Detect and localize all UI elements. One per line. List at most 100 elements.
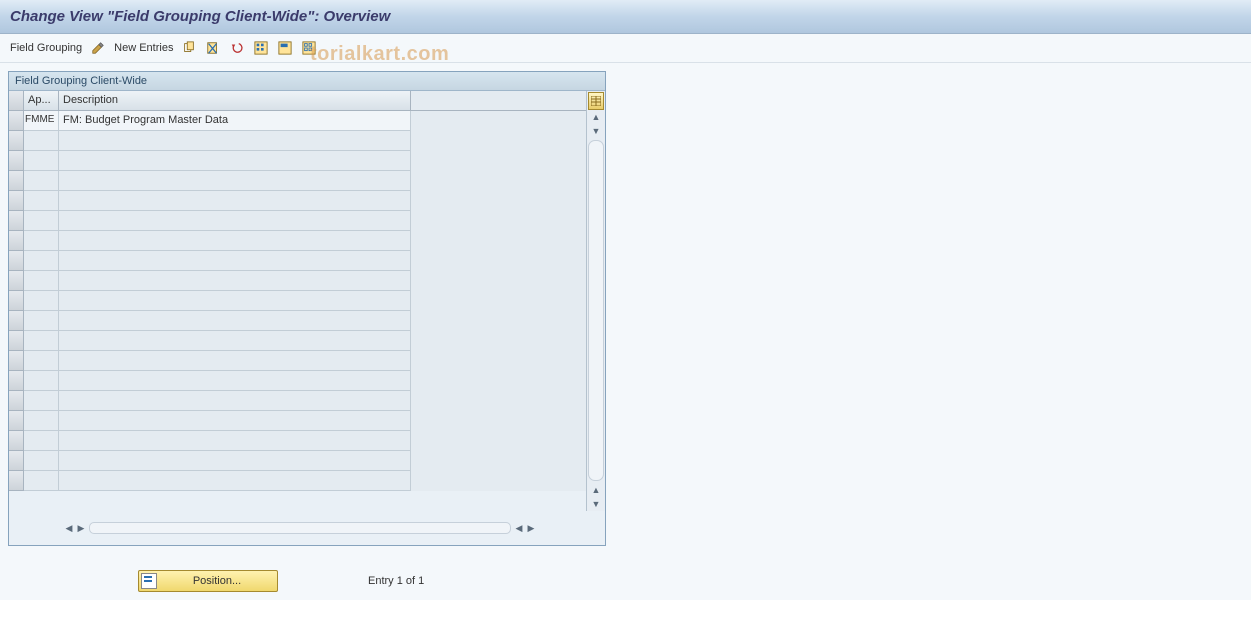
cell-description-empty[interactable] — [59, 211, 411, 231]
cell-app-empty[interactable] — [24, 151, 59, 171]
row-selector[interactable] — [9, 131, 24, 151]
table-row-empty[interactable] — [9, 171, 586, 191]
select-block-icon[interactable] — [277, 40, 293, 56]
scroll-right-end-icon[interactable]: ▶ — [525, 522, 537, 534]
scroll-up-icon[interactable]: ▲ — [588, 110, 604, 124]
row-selector[interactable] — [9, 151, 24, 171]
row-selector[interactable] — [9, 211, 24, 231]
table-settings-icon[interactable] — [588, 92, 604, 110]
table-row-empty[interactable] — [9, 271, 586, 291]
delete-icon[interactable] — [205, 40, 221, 56]
column-header-app[interactable]: Ap... — [24, 91, 59, 111]
cell-app-empty[interactable] — [24, 271, 59, 291]
row-selector[interactable] — [9, 231, 24, 251]
cell-description-empty[interactable] — [59, 411, 411, 431]
scroll-right-icon[interactable]: ▶ — [75, 522, 87, 534]
table-row-empty[interactable] — [9, 451, 586, 471]
table-row-empty[interactable] — [9, 231, 586, 251]
table-row-empty[interactable] — [9, 331, 586, 351]
cell-app-empty[interactable] — [24, 171, 59, 191]
cell-app-empty[interactable] — [24, 371, 59, 391]
vertical-scrollbar[interactable] — [588, 140, 604, 481]
cell-app-empty[interactable] — [24, 411, 59, 431]
row-selector[interactable] — [9, 251, 24, 271]
row-selector[interactable] — [9, 311, 24, 331]
cell-app-empty[interactable] — [24, 251, 59, 271]
row-selector[interactable] — [9, 191, 24, 211]
table-row[interactable]: FMME FM: Budget Program Master Data — [9, 111, 586, 131]
column-header-description[interactable]: Description — [59, 91, 411, 111]
cell-description-empty[interactable] — [59, 271, 411, 291]
cell-description-empty[interactable] — [59, 171, 411, 191]
cell-app-empty[interactable] — [24, 291, 59, 311]
row-selector[interactable] — [9, 111, 24, 131]
table-row-empty[interactable] — [9, 391, 586, 411]
cell-app-empty[interactable] — [24, 351, 59, 371]
deselect-all-icon[interactable] — [301, 40, 317, 56]
scroll-left-end-icon[interactable]: ◀ — [513, 522, 525, 534]
row-selector[interactable] — [9, 471, 24, 491]
row-selector[interactable] — [9, 271, 24, 291]
row-selector[interactable] — [9, 371, 24, 391]
scroll-down-icon[interactable]: ▼ — [588, 124, 604, 138]
row-selector[interactable] — [9, 351, 24, 371]
cell-description-empty[interactable] — [59, 231, 411, 251]
cell-description-empty[interactable] — [59, 291, 411, 311]
scroll-left-icon[interactable]: ◀ — [63, 522, 75, 534]
table-row-empty[interactable] — [9, 131, 586, 151]
row-selector[interactable] — [9, 431, 24, 451]
table-row-empty[interactable] — [9, 371, 586, 391]
cell-app-empty[interactable] — [24, 451, 59, 471]
cell-description-empty[interactable] — [59, 351, 411, 371]
row-selector[interactable] — [9, 391, 24, 411]
scroll-up-bottom-icon[interactable]: ▲ — [588, 483, 604, 497]
cell-description-empty[interactable] — [59, 391, 411, 411]
cell-description-empty[interactable] — [59, 471, 411, 491]
copy-icon[interactable] — [181, 40, 197, 56]
cell-app[interactable]: FMME — [24, 111, 59, 131]
select-all-rows[interactable] — [9, 91, 24, 111]
table-row-empty[interactable] — [9, 351, 586, 371]
row-selector[interactable] — [9, 291, 24, 311]
cell-description-empty[interactable] — [59, 151, 411, 171]
undo-icon[interactable] — [229, 40, 245, 56]
pencil-icon[interactable] — [90, 40, 106, 56]
row-selector[interactable] — [9, 171, 24, 191]
cell-app-empty[interactable] — [24, 431, 59, 451]
row-selector[interactable] — [9, 451, 24, 471]
cell-description-empty[interactable] — [59, 191, 411, 211]
select-all-icon[interactable] — [253, 40, 269, 56]
cell-app-empty[interactable] — [24, 211, 59, 231]
cell-app-empty[interactable] — [24, 311, 59, 331]
scroll-down-bottom-icon[interactable]: ▼ — [588, 497, 604, 511]
row-selector[interactable] — [9, 411, 24, 431]
table-row-empty[interactable] — [9, 311, 586, 331]
cell-app-empty[interactable] — [24, 471, 59, 491]
new-entries-button[interactable]: New Entries — [114, 42, 173, 54]
cell-description-empty[interactable] — [59, 431, 411, 451]
table-row-empty[interactable] — [9, 151, 586, 171]
table-row-empty[interactable] — [9, 191, 586, 211]
cell-app-empty[interactable] — [24, 131, 59, 151]
position-button[interactable]: Position... — [138, 570, 278, 592]
table-row-empty[interactable] — [9, 211, 586, 231]
horizontal-scrollbar[interactable] — [89, 522, 511, 534]
cell-description-empty[interactable] — [59, 331, 411, 351]
table-row-empty[interactable] — [9, 251, 586, 271]
cell-description[interactable]: FM: Budget Program Master Data — [59, 111, 411, 131]
row-selector[interactable] — [9, 331, 24, 351]
field-grouping-button[interactable]: Field Grouping — [10, 42, 82, 54]
cell-description-empty[interactable] — [59, 451, 411, 471]
table-row-empty[interactable] — [9, 431, 586, 451]
cell-description-empty[interactable] — [59, 131, 411, 151]
cell-description-empty[interactable] — [59, 371, 411, 391]
table-row-empty[interactable] — [9, 411, 586, 431]
cell-description-empty[interactable] — [59, 311, 411, 331]
cell-description-empty[interactable] — [59, 251, 411, 271]
cell-app-empty[interactable] — [24, 331, 59, 351]
cell-app-empty[interactable] — [24, 391, 59, 411]
cell-app-empty[interactable] — [24, 191, 59, 211]
table-row-empty[interactable] — [9, 291, 586, 311]
table-row-empty[interactable] — [9, 471, 586, 491]
cell-app-empty[interactable] — [24, 231, 59, 251]
